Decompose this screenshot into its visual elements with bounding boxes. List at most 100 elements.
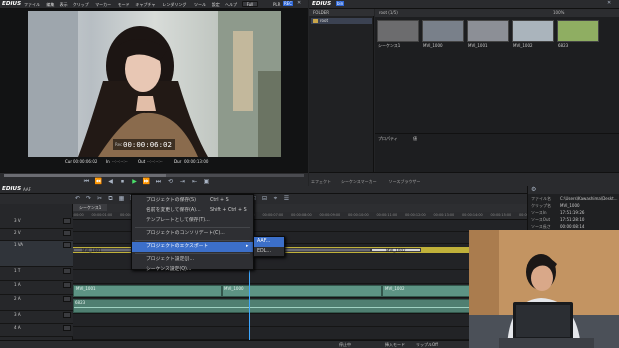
close-icon[interactable]: ✕ (297, 0, 301, 7)
video-frame-image (28, 11, 281, 157)
palette-tab[interactable]: シーケンスマーカー (341, 179, 377, 184)
plr-button[interactable]: PLR (273, 2, 280, 7)
track-header[interactable]: 2 V (0, 229, 73, 241)
track-lock-icon[interactable] (63, 312, 71, 318)
info-row: クリップ名 MVI_1000 (528, 203, 619, 210)
clip-thumbnail[interactable]: MVI_1000 (422, 20, 464, 50)
folder-icon (313, 19, 318, 23)
grid-icon[interactable]: ▦ (117, 195, 126, 202)
track-header[interactable]: 1 VA (0, 241, 73, 267)
go-start-icon[interactable]: ⏮ (82, 178, 91, 185)
timeline-badge: AAF (23, 187, 31, 192)
folder-root[interactable]: root (311, 18, 372, 24)
clip-thumbnail[interactable]: MVI_1002 (512, 20, 554, 50)
menu-item-4[interactable]: プロジェクトのエクスポート ▸ (132, 242, 253, 252)
clip-thumbnail[interactable]: シーケンス1 (377, 20, 419, 50)
bin-zoom[interactable]: 100% (553, 10, 564, 15)
clip-thumbnail[interactable]: 6823 (557, 20, 599, 50)
menu-item[interactable]: モード (118, 2, 130, 7)
track-lock-icon[interactable] (63, 230, 71, 236)
ruler-tick: 00:00:15:00 (490, 213, 512, 217)
ruler-tick: 00:00:01:00 (91, 213, 113, 217)
track-lock-icon[interactable] (63, 218, 71, 224)
player-scrub-bar[interactable] (4, 174, 304, 177)
menu-item[interactable]: ツール (194, 2, 206, 7)
bin-close-icon[interactable]: ✕ (607, 0, 611, 7)
menu-separator (135, 240, 250, 241)
video-clip[interactable]: MVI_1002 (371, 248, 421, 253)
redo-icon[interactable]: ↷ (84, 195, 93, 202)
info-value: MVI_1000 (560, 203, 580, 208)
menu-item[interactable]: ファイル (24, 2, 40, 7)
fast-forward-icon[interactable]: ⏩ (142, 178, 151, 185)
export-edl[interactable]: EDL... (254, 247, 284, 257)
cur-label: Cur (65, 159, 72, 164)
menu-item-2[interactable]: テンプレートとして保存(T)... (132, 216, 253, 226)
info-tab[interactable]: 値 (413, 136, 417, 141)
project-preset-dropdown[interactable]: Full (242, 1, 258, 7)
menu-item-0[interactable]: プロジェクトの保存(S) Ctrl + S (132, 196, 253, 206)
copy-icon[interactable]: ⧉ (106, 195, 115, 202)
step-back-icon[interactable]: ◀ (106, 178, 115, 185)
track-lock-icon[interactable] (63, 268, 71, 274)
list-icon[interactable]: ☰ (282, 195, 291, 202)
menu-item[interactable]: クリップ (73, 2, 89, 7)
track-header[interactable]: 1 T (0, 267, 73, 281)
track-lock-icon[interactable] (63, 325, 71, 331)
play-icon[interactable]: ▶ (130, 178, 139, 185)
track-header[interactable]: 2 A (0, 295, 73, 311)
palette-tab[interactable]: エフェクト (311, 179, 331, 184)
track-header[interactable]: 4 A (0, 324, 73, 337)
clip-thumbnail-image (377, 20, 419, 42)
mark-out-icon[interactable]: ⇤ (190, 178, 199, 185)
cut-icon[interactable]: ✂ (95, 195, 104, 202)
track-header[interactable]: 3 V (0, 217, 73, 229)
audio-clip[interactable]: MVI_1001 (73, 285, 222, 297)
gear-icon[interactable]: ⚙ (531, 186, 536, 193)
track-header[interactable]: 3 A (0, 311, 73, 324)
rec-button[interactable]: REC (283, 1, 294, 6)
track-lock-icon[interactable] (63, 296, 71, 302)
sequence-tab[interactable]: シーケンス1 (73, 204, 108, 211)
track-header[interactable]: 1 A (0, 281, 73, 295)
menu-item-5[interactable]: プロジェクト設定(J)... (132, 255, 253, 265)
menu-item[interactable]: ヘルプ (225, 2, 237, 7)
export-aaf[interactable]: AAF... (254, 237, 284, 247)
menu-item-1[interactable]: 名前を変更して保存(A)... Shift + Ctrl + S (132, 206, 253, 216)
bin-path: root (1/5) (379, 10, 398, 15)
mark-in-icon[interactable]: ⇥ (178, 178, 187, 185)
menu-item[interactable]: マーカー (95, 2, 111, 7)
dur-label: Dur (174, 159, 182, 164)
player-transport: ⏮ ⏪ ◀ ⏹ ▶ ⏩ ⏭ ⟲ ⇥ ⇤ ▣ (0, 172, 308, 186)
track-lock-icon[interactable] (63, 242, 71, 248)
webcam-image (469, 230, 619, 348)
ruler-tick: 00:00:14:00 (462, 213, 483, 217)
menu-item-6[interactable]: シーケンス設定(Q)... (132, 265, 253, 275)
info-value: 00:00:08:14 (560, 224, 585, 229)
menu-item[interactable]: 表示 (60, 2, 68, 7)
menu-item-3[interactable]: プロジェクトのコンソリデート(C)... (132, 229, 253, 239)
property-tab[interactable]: プロパティ (378, 136, 398, 141)
stop-icon[interactable]: ⏹ (118, 178, 127, 185)
audio-clip[interactable]: MVI_1000 (222, 285, 382, 297)
palette-tab[interactable]: ソースブラウザー (389, 179, 421, 184)
track-lock-icon[interactable] (63, 282, 71, 288)
menu-item[interactable]: キャプチャ (135, 2, 155, 7)
menu-item[interactable]: 設定 (212, 2, 220, 7)
rewind-icon[interactable]: ⏪ (94, 178, 103, 185)
undo-icon[interactable]: ↶ (73, 195, 82, 202)
go-end-icon[interactable]: ⏭ (154, 178, 163, 185)
loop-icon[interactable]: ⟲ (166, 178, 175, 185)
menu-item[interactable]: レンダリング (162, 2, 186, 7)
audio-clip-bgm[interactable]: 6823 (73, 299, 527, 313)
menu-item-label: テンプレートとして保存(T)... (146, 218, 210, 223)
menu-item[interactable]: 編集 (46, 2, 54, 7)
insert-icon[interactable]: ▣ (202, 178, 211, 185)
audio-clip-label: MVI_1001 (76, 286, 96, 291)
ruler-tick: 00:00:13:00 (433, 213, 455, 217)
bin-toolbar: root (1/5) 100% (375, 9, 619, 17)
remove-track-icon[interactable]: ⊟ (260, 195, 269, 202)
clip-thumbnail[interactable]: MVI_1001 (467, 20, 509, 50)
clip-name: シーケンス1 (378, 43, 401, 48)
snap-icon[interactable]: ⌖ (271, 195, 280, 202)
